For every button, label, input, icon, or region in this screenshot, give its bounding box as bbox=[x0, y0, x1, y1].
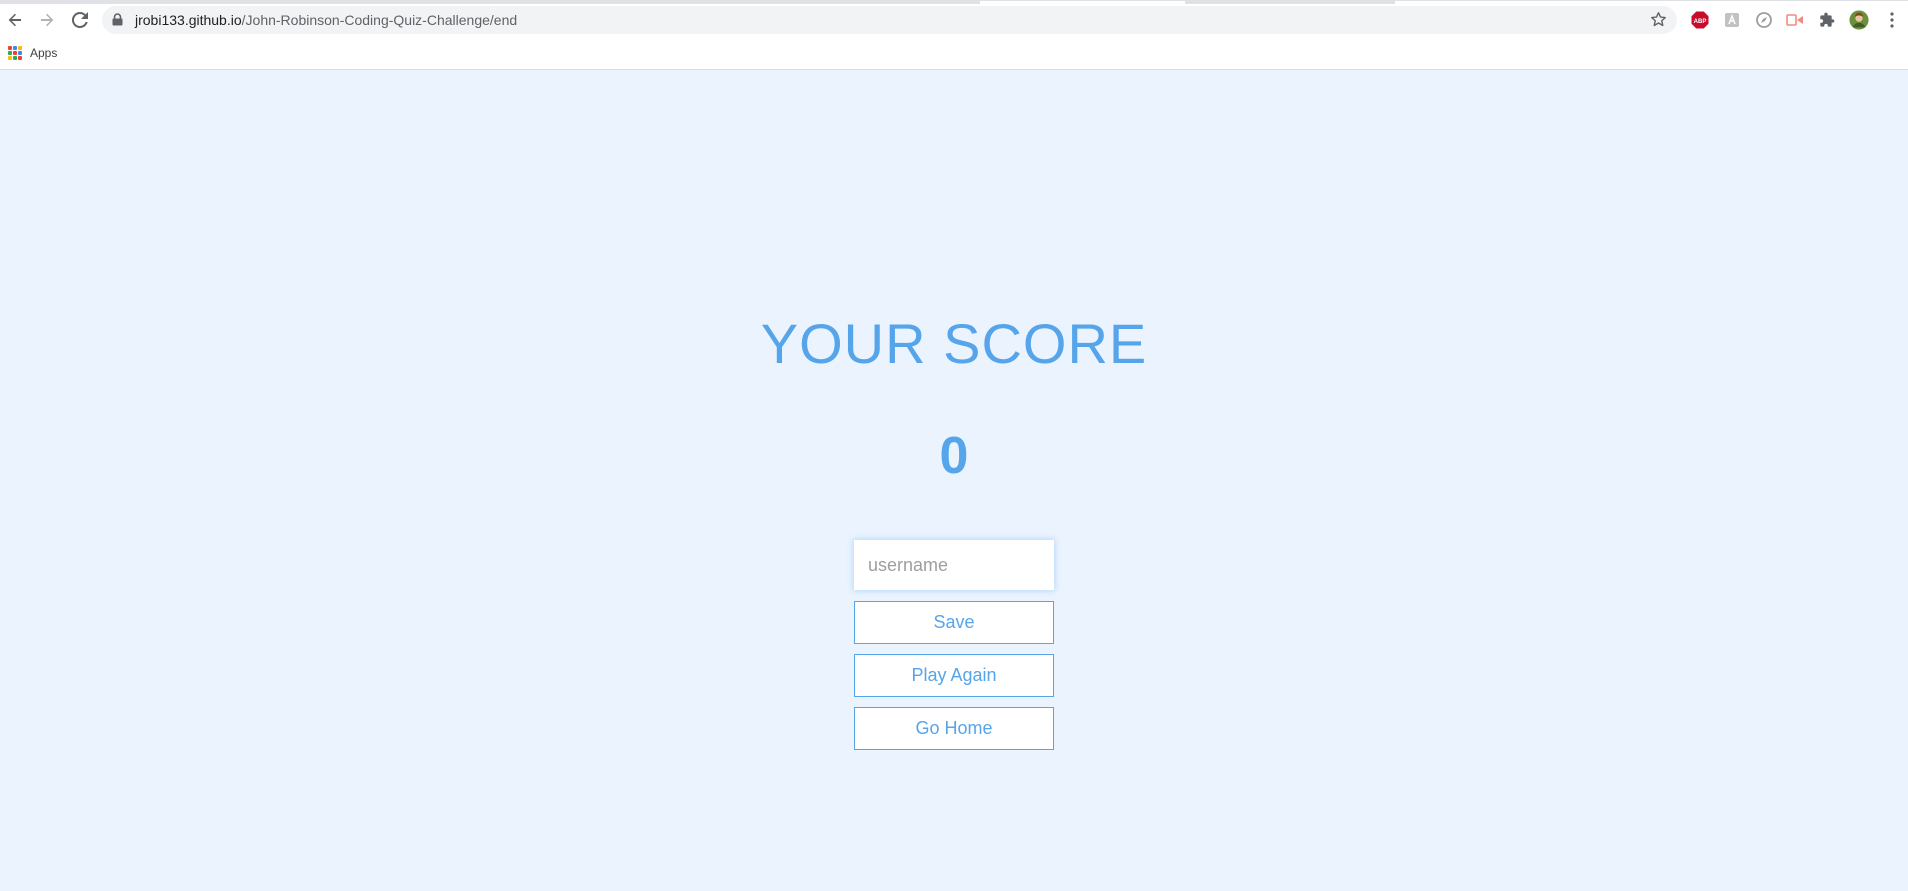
arrow-right-icon bbox=[41, 13, 54, 27]
arrow-left-icon bbox=[8, 13, 21, 27]
browser-toolbar: jrobi133.github.io/John-Robinson-Coding-… bbox=[0, 0, 1908, 39]
reader-extension-icon[interactable] bbox=[1722, 10, 1742, 30]
apps-label: Apps bbox=[30, 46, 58, 60]
lock-icon bbox=[112, 13, 123, 26]
forward-button[interactable] bbox=[35, 8, 59, 32]
adblock-plus-icon[interactable]: ABP bbox=[1690, 10, 1710, 30]
back-button[interactable] bbox=[3, 8, 27, 32]
bookmarks-bar: Apps bbox=[0, 38, 1908, 70]
apps-shortcut[interactable]: Apps bbox=[8, 43, 57, 63]
quiz-end-page: YOUR SCORE 0 Save Play Again Go Home bbox=[0, 70, 1908, 891]
profile-avatar-icon[interactable] bbox=[1849, 10, 1869, 30]
url-text: jrobi133.github.io/John-Robinson-Coding-… bbox=[135, 12, 518, 28]
go-home-button[interactable]: Go Home bbox=[854, 707, 1054, 750]
page-title: YOUR SCORE bbox=[760, 312, 1148, 375]
tab-strip-edge bbox=[0, 1, 1908, 4]
kebab-menu-icon[interactable] bbox=[1882, 10, 1902, 30]
apps-grid-icon bbox=[8, 46, 22, 60]
screencast-extension-icon[interactable] bbox=[1785, 10, 1805, 30]
username-input[interactable] bbox=[854, 540, 1054, 590]
puzzle-extensions-icon[interactable] bbox=[1817, 10, 1837, 30]
svg-text:ABP: ABP bbox=[1694, 19, 1707, 25]
address-bar[interactable]: jrobi133.github.io/John-Robinson-Coding-… bbox=[102, 6, 1677, 34]
reload-button[interactable] bbox=[68, 8, 92, 32]
play-again-button[interactable]: Play Again bbox=[854, 654, 1054, 697]
reload-icon bbox=[72, 12, 88, 28]
save-button[interactable]: Save bbox=[854, 601, 1054, 644]
compass-extension-icon[interactable] bbox=[1754, 10, 1774, 30]
bookmark-star-icon[interactable] bbox=[1650, 11, 1667, 28]
final-score: 0 bbox=[939, 427, 969, 485]
